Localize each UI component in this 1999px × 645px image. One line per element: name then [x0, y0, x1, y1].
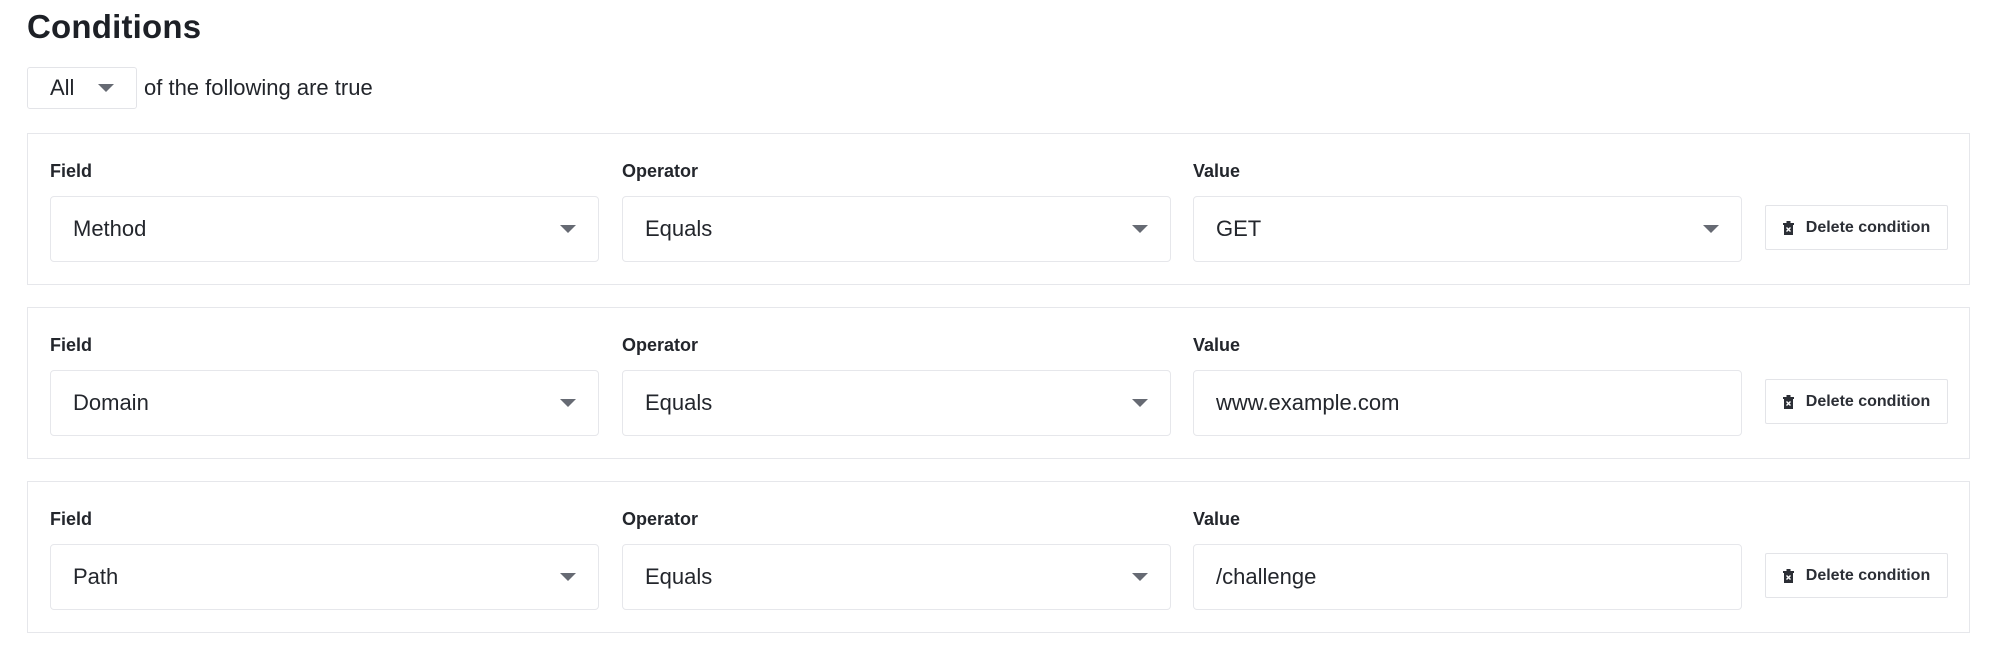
operator-label: Operator [622, 161, 699, 181]
caret-down-icon [1703, 225, 1719, 233]
trash-icon [1782, 394, 1794, 409]
delete-condition-button[interactable]: Delete condition [1765, 379, 1948, 424]
match-suffix-text: of the following are true [144, 75, 373, 100]
delete-condition-label: Delete condition [1805, 392, 1931, 410]
operator-label: Operator [622, 335, 699, 355]
match-mode-select[interactable]: All [27, 67, 137, 109]
value-input-text: www.example.com [1216, 390, 1400, 415]
value-label: Value [1193, 509, 1241, 529]
value-select-value: GET [1216, 216, 1262, 241]
caret-down-icon [98, 84, 115, 92]
trash-icon [1782, 220, 1794, 235]
delete-condition-label: Delete condition [1805, 218, 1931, 236]
operator-select-value: Equals [645, 564, 713, 589]
caret-down-icon [560, 573, 576, 581]
condition-card: Field Path Operator Equals Value /challe… [27, 481, 1970, 633]
field-select[interactable]: Method [50, 196, 599, 262]
value-input-text: /challenge [1216, 564, 1317, 589]
field-label: Field [50, 161, 93, 181]
value-input[interactable]: www.example.com [1193, 370, 1742, 436]
field-select-value: Method [73, 216, 147, 241]
value-label: Value [1193, 161, 1241, 181]
condition-card: Field Method Operator Equals Value GET D… [27, 133, 1970, 285]
field-select-value: Path [73, 564, 119, 589]
value-select[interactable]: GET [1193, 196, 1742, 262]
caret-down-icon [560, 225, 576, 233]
match-row: All of the following are true [27, 66, 373, 110]
value-input[interactable]: /challenge [1193, 544, 1742, 610]
delete-condition-button[interactable]: Delete condition [1765, 205, 1948, 250]
field-label: Field [50, 335, 93, 355]
operator-select[interactable]: Equals [622, 196, 1171, 262]
operator-select-value: Equals [645, 390, 713, 415]
operator-select[interactable]: Equals [622, 370, 1171, 436]
caret-down-icon [1132, 399, 1148, 407]
caret-down-icon [560, 399, 576, 407]
operator-select[interactable]: Equals [622, 544, 1171, 610]
page-title: Conditions [27, 8, 202, 45]
condition-card: Field Domain Operator Equals Value www.e… [27, 307, 1970, 459]
operator-select-value: Equals [645, 216, 713, 241]
match-mode-value: All [50, 75, 75, 100]
trash-icon [1782, 568, 1794, 583]
field-select[interactable]: Domain [50, 370, 599, 436]
caret-down-icon [1132, 573, 1148, 581]
caret-down-icon [1132, 225, 1148, 233]
operator-label: Operator [622, 509, 699, 529]
delete-condition-label: Delete condition [1805, 566, 1931, 584]
field-select[interactable]: Path [50, 544, 599, 610]
field-label: Field [50, 509, 93, 529]
field-select-value: Domain [73, 390, 149, 415]
value-label: Value [1193, 335, 1241, 355]
delete-condition-button[interactable]: Delete condition [1765, 553, 1948, 598]
